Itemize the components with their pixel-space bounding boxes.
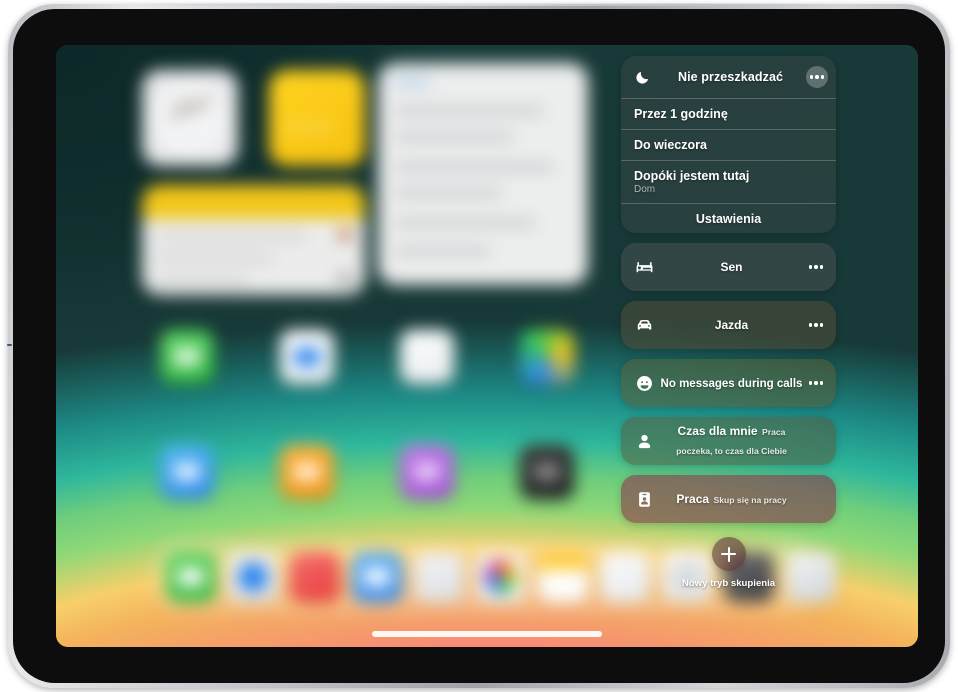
dnd-title: Nie przeszkadzać <box>677 70 784 84</box>
dnd-settings-button[interactable]: Ustawienia <box>621 203 836 233</box>
app-icon[interactable] <box>520 445 574 499</box>
focus-mode-no-messages-during-calls[interactable]: No messages during calls <box>621 359 836 407</box>
focus-mode-text: Praca Skup się na pracy <box>657 490 806 509</box>
dnd-option-label: Przez 1 godzinę <box>634 107 728 121</box>
dock-icon[interactable] <box>166 552 216 602</box>
dnd-option-sublabel: Dom <box>634 184 656 195</box>
focus-mode-title: Czas dla mnie <box>677 424 758 439</box>
app-icon[interactable] <box>400 445 454 499</box>
widget-yellow <box>269 70 365 166</box>
focus-mode-praca[interactable]: Praca Skup się na pracy <box>621 475 836 523</box>
dnd-option-label: Do wieczora <box>634 138 707 152</box>
badge-icon <box>631 490 657 509</box>
widget-clock <box>142 70 238 166</box>
focus-mode-title: Sen <box>720 259 743 274</box>
widget-list <box>378 63 588 285</box>
plus-icon[interactable] <box>711 537 746 571</box>
ipad-device: Nie przeszkadzać Przez 1 godzinę Do wiec… <box>7 3 950 688</box>
dock-icon[interactable] <box>476 552 526 602</box>
focus-mode-text: No messages during calls <box>657 374 806 393</box>
moon-icon <box>629 70 655 85</box>
focus-mode-title: Praca <box>676 491 710 506</box>
person-icon <box>631 432 657 451</box>
focus-mode-title: No messages during calls <box>660 377 803 390</box>
focus-mode-more-button[interactable] <box>806 323 826 327</box>
bed-icon <box>631 258 657 277</box>
app-icon[interactable] <box>160 330 214 384</box>
dock-icon[interactable] <box>352 552 402 602</box>
do-not-disturb-panel: Nie przeszkadzać Przez 1 godzinę Do wiec… <box>621 56 836 233</box>
dock-icon[interactable] <box>538 552 588 602</box>
app-icon[interactable] <box>280 330 334 384</box>
app-icon[interactable] <box>400 330 454 384</box>
dnd-option-label: Dopóki jestem tutaj <box>634 169 750 183</box>
car-icon <box>631 316 657 335</box>
widget-note <box>142 185 365 295</box>
focus-mode-text: Jazda <box>657 316 806 335</box>
dnd-header[interactable]: Nie przeszkadzać <box>621 56 836 98</box>
dock-icon[interactable] <box>290 552 340 602</box>
new-focus-section: Nowy tryb skupienia <box>621 537 836 589</box>
focus-mode-text: Sen <box>657 258 806 277</box>
app-icon[interactable] <box>280 445 334 499</box>
app-icon[interactable] <box>160 445 214 499</box>
dock-icon[interactable] <box>414 552 464 602</box>
focus-mode-text: Czas dla mnie Praca poczeka, to czas dla… <box>657 422 806 460</box>
new-focus-label: Nowy tryb skupienia <box>681 578 776 589</box>
ipad-screen: Nie przeszkadzać Przez 1 godzinę Do wiec… <box>56 45 918 647</box>
dnd-option-until-evening[interactable]: Do wieczora <box>621 129 836 160</box>
dnd-option-while-here[interactable]: Dopóki jestem tutaj Dom <box>621 160 836 203</box>
dnd-more-button[interactable] <box>806 66 828 88</box>
focus-mode-sen[interactable]: Sen <box>621 243 836 291</box>
app-icon[interactable] <box>520 330 574 384</box>
focus-mode-title: Jazda <box>714 317 749 332</box>
smiley-icon <box>631 374 657 393</box>
dock-icon[interactable] <box>228 552 278 602</box>
focus-mode-more-button[interactable] <box>806 381 826 385</box>
home-indicator[interactable] <box>372 631 602 637</box>
focus-mode-czas-dla-mnie[interactable]: Czas dla mnie Praca poczeka, to czas dla… <box>621 417 836 465</box>
focus-mode-jazda[interactable]: Jazda <box>621 301 836 349</box>
volume-button[interactable] <box>7 344 12 346</box>
focus-mode-subtitle: Skup się na pracy <box>713 494 787 505</box>
focus-mode-more-button[interactable] <box>806 265 826 269</box>
focus-panel: Nie przeszkadzać Przez 1 godzinę Do wiec… <box>621 56 836 589</box>
dnd-option-for-one-hour[interactable]: Przez 1 godzinę <box>621 98 836 129</box>
antenna-seam <box>128 3 828 6</box>
